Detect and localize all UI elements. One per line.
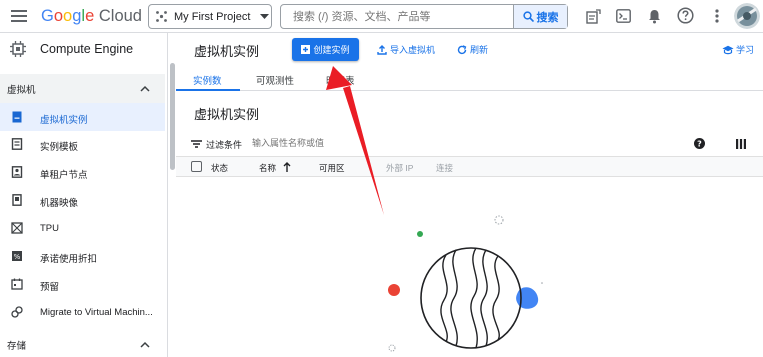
tab-bar: 实例数 可观测性 时间表 bbox=[176, 69, 763, 91]
discount-icon: % bbox=[12, 251, 22, 261]
sidebar-item-machine-images[interactable]: 机器映像 bbox=[0, 186, 165, 214]
filter-bar: 过滤条件 ? bbox=[176, 134, 763, 154]
column-header-status[interactable]: 状态 bbox=[211, 162, 228, 174]
main-menu-icon[interactable] bbox=[10, 7, 28, 25]
section-title: 虚拟机实例 bbox=[194, 107, 260, 122]
school-icon bbox=[722, 45, 734, 54]
cloud-shell-icon[interactable] bbox=[614, 7, 632, 25]
notifications-bell-icon[interactable] bbox=[645, 7, 663, 25]
section-label: 存储 bbox=[7, 341, 27, 352]
svg-text:%: % bbox=[14, 253, 21, 261]
sidebar-item-reservations[interactable]: 预留 bbox=[0, 270, 165, 298]
top-app-bar: Google Cloud My First Project 搜索 bbox=[0, 0, 763, 33]
google-cloud-logo[interactable]: Google Cloud bbox=[41, 6, 142, 26]
page-title: 虚拟机实例 bbox=[194, 44, 260, 59]
sidebar-section-storage[interactable]: 存储 bbox=[0, 331, 165, 357]
compute-engine-chip-icon bbox=[10, 41, 26, 57]
filter-input[interactable] bbox=[252, 138, 402, 148]
chevron-up-icon bbox=[140, 85, 150, 92]
sidebar-item-instance-templates[interactable]: 实例模板 bbox=[0, 130, 165, 158]
empty-state-illustration bbox=[388, 215, 543, 352]
tpu-icon bbox=[11, 222, 23, 234]
help-icon[interactable]: ? bbox=[694, 138, 705, 149]
chevron-up-icon bbox=[140, 341, 150, 348]
filter-icon[interactable] bbox=[191, 140, 202, 148]
avatar[interactable] bbox=[734, 3, 760, 29]
section-label: 虚拟机 bbox=[7, 85, 36, 96]
product-title: Compute Engine bbox=[40, 42, 134, 56]
sidebar-header: Compute Engine bbox=[0, 33, 168, 67]
search-icon bbox=[522, 11, 534, 22]
search-button[interactable]: 搜索 bbox=[513, 5, 567, 28]
column-display-icon[interactable] bbox=[736, 139, 746, 149]
refresh-icon bbox=[457, 44, 467, 54]
main-content: 虚拟机实例 创建实例 导入虚拟机 刷新 学习 实例数 可观测性 时间表 虚拟机实… bbox=[176, 33, 763, 357]
reservation-icon bbox=[11, 278, 23, 290]
table-header: 状态 名称 可用区 外部 IP 连接 bbox=[176, 156, 763, 177]
refresh-button[interactable]: 刷新 bbox=[457, 43, 488, 56]
project-picker[interactable]: My First Project bbox=[148, 4, 272, 29]
tab-schedules[interactable]: 时间表 bbox=[326, 73, 355, 87]
search-box: 搜索 bbox=[280, 4, 568, 29]
sidebar-item-migrate-to-vms[interactable]: Migrate to Virtual Machin... bbox=[0, 298, 165, 326]
tab-instances[interactable]: 实例数 bbox=[193, 73, 222, 87]
machine-image-icon bbox=[12, 194, 22, 206]
sort-ascending-arrow-icon[interactable] bbox=[283, 162, 291, 172]
column-header-external-ip[interactable]: 外部 IP bbox=[386, 162, 413, 174]
sidebar: Compute Engine 虚拟机 虚拟机实例 实例模板 单租户节点 机器映像… bbox=[0, 33, 168, 357]
column-header-zone[interactable]: 可用区 bbox=[319, 162, 345, 174]
add-box-icon bbox=[301, 45, 311, 54]
dropdown-caret-icon bbox=[260, 13, 270, 19]
create-instance-button[interactable]: 创建实例 bbox=[292, 38, 359, 61]
learn-button[interactable]: 学习 bbox=[722, 43, 754, 56]
sole-tenant-node-icon bbox=[11, 166, 23, 178]
upload-icon bbox=[377, 44, 387, 55]
sidebar-item-vm-instances[interactable]: 虚拟机实例 bbox=[0, 103, 165, 131]
vm-instance-icon bbox=[12, 111, 22, 123]
instance-template-icon bbox=[11, 138, 23, 150]
filter-label: 过滤条件 bbox=[206, 140, 243, 150]
sidebar-section-vm[interactable]: 虚拟机 bbox=[0, 74, 165, 103]
more-options-icon[interactable] bbox=[710, 8, 724, 24]
project-hub-icon bbox=[156, 11, 167, 22]
tab-active-indicator bbox=[176, 89, 240, 91]
sidebar-scrollbar[interactable] bbox=[170, 63, 175, 170]
column-header-connect[interactable]: 连接 bbox=[436, 162, 453, 174]
tab-observability[interactable]: 可观测性 bbox=[256, 73, 294, 87]
column-header-name[interactable]: 名称 bbox=[259, 162, 276, 174]
notes-icon[interactable] bbox=[584, 7, 602, 25]
select-all-checkbox[interactable] bbox=[191, 161, 202, 172]
sidebar-item-sole-tenant-nodes[interactable]: 单租户节点 bbox=[0, 158, 165, 186]
svg-text:?: ? bbox=[697, 139, 702, 148]
help-icon[interactable] bbox=[676, 6, 695, 25]
import-vm-button[interactable]: 导入虚拟机 bbox=[377, 43, 435, 56]
project-name: My First Project bbox=[174, 10, 251, 23]
migrate-icon bbox=[11, 306, 23, 318]
search-input[interactable] bbox=[281, 5, 514, 28]
sidebar-item-tpu[interactable]: TPU bbox=[0, 214, 165, 242]
sidebar-item-committed-use-discounts[interactable]: % 承诺使用折扣 bbox=[0, 242, 165, 270]
